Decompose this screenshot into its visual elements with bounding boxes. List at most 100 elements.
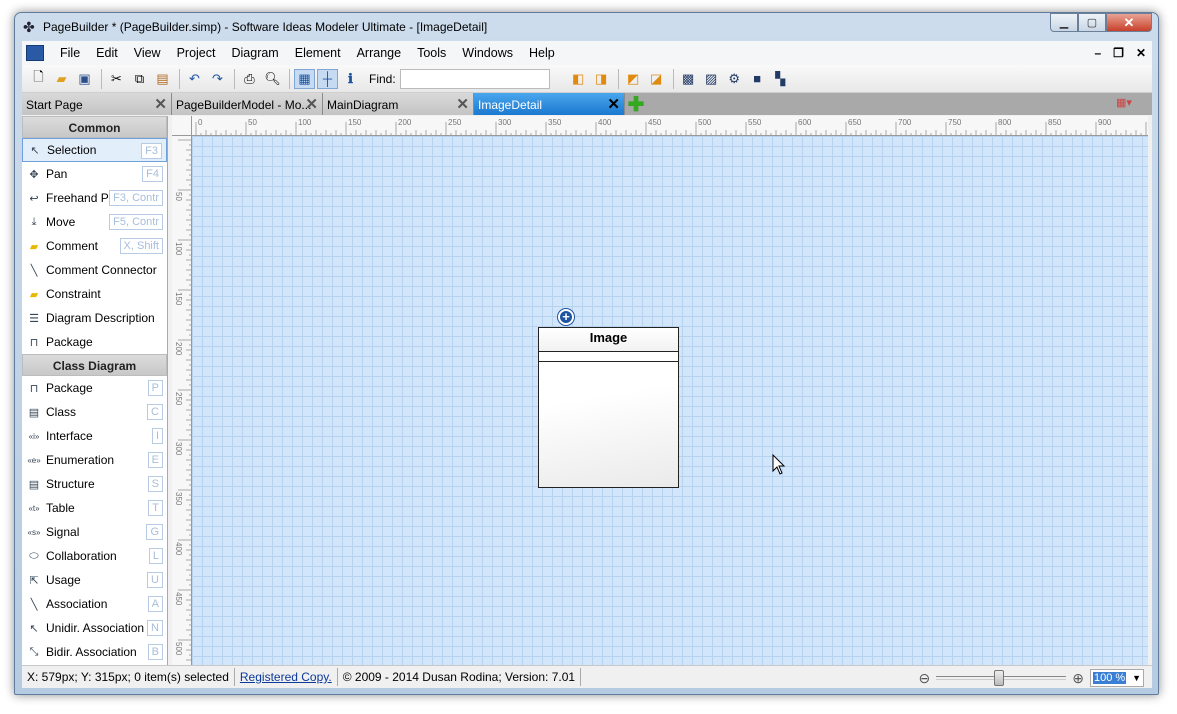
ruler-tick-label: 800 <box>998 118 1012 127</box>
tool-label: Package <box>46 335 93 349</box>
grid-icon[interactable]: ▦ <box>294 68 315 89</box>
close-icon[interactable]: ✕ <box>305 95 318 113</box>
tool-selection[interactable]: ↖ Selection F3 <box>22 138 167 162</box>
find-input[interactable] <box>399 68 550 89</box>
menu-project[interactable]: Project <box>169 41 224 65</box>
tool-usage[interactable]: ⇱ Usage U <box>22 568 167 592</box>
ruler-tick-label: 150 <box>348 118 362 127</box>
redo-icon[interactable]: ↷ <box>207 69 228 89</box>
document-tabs: Start Page ✕ PageBuilderModel - Mo... ✕ … <box>22 93 1152 116</box>
shortcut-badge: F3, Contr <box>109 190 163 206</box>
tool-unidir-association[interactable]: ↖ Unidir. Association N <box>22 616 167 640</box>
tool-bidir-association[interactable]: ⤡ Bidir. Association B <box>22 640 167 664</box>
tool-diagram-description[interactable]: ☰ Diagram Description <box>22 306 167 330</box>
cut-icon[interactable]: ✂ <box>106 69 127 89</box>
zoom-select[interactable]: 100 % ▼ <box>1090 669 1144 687</box>
registered-copy-link[interactable]: Registered Copy. <box>235 668 338 686</box>
menu-edit[interactable]: Edit <box>88 41 126 65</box>
toolbox-section-common[interactable]: Common <box>22 116 167 138</box>
connector-icon: ╲ <box>30 264 38 277</box>
mdi-restore-button[interactable]: ❐ <box>1113 41 1124 65</box>
distribute-icon[interactable]: ▨ <box>701 69 722 89</box>
add-tab-icon[interactable]: ✚ <box>625 93 647 116</box>
tool-table[interactable]: «t» Table T <box>22 496 167 520</box>
tool-association[interactable]: ╲ Association A <box>22 592 167 616</box>
open-icon[interactable]: ▰ <box>51 69 72 89</box>
new-icon[interactable]: 🗋 <box>28 69 49 89</box>
print-preview-icon[interactable]: 🔍︎ <box>262 69 283 89</box>
bring-forward-icon[interactable]: ◩ <box>623 69 644 89</box>
ruler-tick-label: 500 <box>174 642 183 656</box>
menu-file[interactable]: File <box>52 41 88 65</box>
send-backward-icon[interactable]: ◪ <box>646 69 667 89</box>
title-bar[interactable]: ✤ PageBuilder * (PageBuilder.simp) - Sof… <box>15 13 1158 41</box>
tool-label: Diagram Description <box>46 311 155 325</box>
menu-windows[interactable]: Windows <box>454 41 521 65</box>
class-name[interactable]: Image <box>539 328 678 352</box>
settings-icon[interactable]: ⚙ <box>724 69 745 89</box>
tab-start-page[interactable]: Start Page ✕ <box>22 93 172 115</box>
tool-structure[interactable]: ▤ Structure S <box>22 472 167 496</box>
copy-icon[interactable]: ⧉ <box>129 69 150 89</box>
ruler-tick-label: 200 <box>174 342 183 356</box>
menu-element[interactable]: Element <box>287 41 349 65</box>
tab-list-icon[interactable]: ▦▾ <box>1116 96 1142 112</box>
tool-comment[interactable]: ▰ Comment X, Shift <box>22 234 167 258</box>
bring-to-front-icon[interactable]: ◧ <box>568 69 589 89</box>
toolbox-section-class-diagram[interactable]: Class Diagram <box>22 354 167 376</box>
send-to-back-icon[interactable]: ◨ <box>591 69 612 89</box>
tool-label: Selection <box>47 143 97 157</box>
tab-pagebuildermodel[interactable]: PageBuilderModel - Mo... ✕ <box>172 93 323 115</box>
tool-package[interactable]: ⊓ Package <box>22 330 167 354</box>
undo-icon[interactable]: ↶ <box>184 69 205 89</box>
tool-enumeration[interactable]: «e» Enumeration E <box>22 448 167 472</box>
diagram-canvas[interactable]: + Image <box>192 136 1148 665</box>
tab-imagedetail[interactable]: ImageDetail ✕ <box>474 93 625 115</box>
enumeration-icon: «e» <box>27 455 41 465</box>
shadow-icon[interactable]: ■ <box>747 69 768 89</box>
class-attributes[interactable] <box>539 352 678 362</box>
menu-view[interactable]: View <box>126 41 169 65</box>
close-icon[interactable]: ✕ <box>456 95 469 113</box>
tool-move[interactable]: ⤓ Move F5, Contr <box>22 210 167 234</box>
menu-diagram[interactable]: Diagram <box>223 41 286 65</box>
tool-freehand[interactable]: ↩ Freehand Pa F3, Contr <box>22 186 167 210</box>
maximize-button[interactable]: ▢ <box>1078 13 1106 32</box>
menu-help[interactable]: Help <box>521 41 563 65</box>
tab-label: MainDiagram <box>327 98 399 112</box>
chevron-down-icon[interactable]: ▼ <box>1132 673 1141 683</box>
tool-constraint[interactable]: ▰ Constraint <box>22 282 167 306</box>
tool-class[interactable]: ▤ Class C <box>22 400 167 424</box>
ruler-tick-label: 250 <box>174 392 183 406</box>
layout-icon[interactable]: ▚ <box>770 69 791 89</box>
zoom-slider[interactable] <box>936 670 1067 686</box>
class-operations[interactable] <box>539 362 678 487</box>
save-icon[interactable]: ▣ <box>74 69 95 89</box>
tool-comment-connector[interactable]: ╲ Comment Connector <box>22 258 167 282</box>
print-icon[interactable]: ⎙ <box>239 69 260 89</box>
tool-interface[interactable]: «i» Interface I <box>22 424 167 448</box>
paste-icon[interactable]: ▤ <box>152 69 173 89</box>
zoom-out-icon[interactable]: ⊖ <box>919 670 931 687</box>
tool-pan[interactable]: ✥ Pan F4 <box>22 162 167 186</box>
snap-icon[interactable]: ┼ <box>317 68 338 89</box>
zoom-in-icon[interactable]: ⊕ <box>1072 670 1084 687</box>
mdi-close-button[interactable]: ✕ <box>1136 41 1146 65</box>
align-icon[interactable]: ▩ <box>678 69 699 89</box>
minimize-button[interactable]: ▁ <box>1050 13 1078 32</box>
tool-class-package[interactable]: ⊓ Package P <box>22 376 167 400</box>
ruler-tick-label: 700 <box>898 118 912 127</box>
info-icon[interactable]: ℹ <box>340 69 361 89</box>
close-button[interactable]: ✕ <box>1106 13 1152 32</box>
mdi-minimize-button[interactable]: – <box>1094 41 1101 65</box>
tool-signal[interactable]: «s» Signal G <box>22 520 167 544</box>
tool-collaboration[interactable]: ⬭ Collaboration L <box>22 544 167 568</box>
close-icon[interactable]: ✕ <box>154 95 167 113</box>
uml-class-image[interactable]: Image <box>538 327 679 488</box>
menu-arrange[interactable]: Arrange <box>349 41 409 65</box>
tab-maindiagram[interactable]: MainDiagram ✕ <box>323 93 474 115</box>
add-member-icon[interactable]: + <box>558 309 574 325</box>
close-icon[interactable]: ✕ <box>607 95 620 113</box>
menu-tools[interactable]: Tools <box>409 41 454 65</box>
zoom-slider-thumb[interactable] <box>994 670 1005 686</box>
